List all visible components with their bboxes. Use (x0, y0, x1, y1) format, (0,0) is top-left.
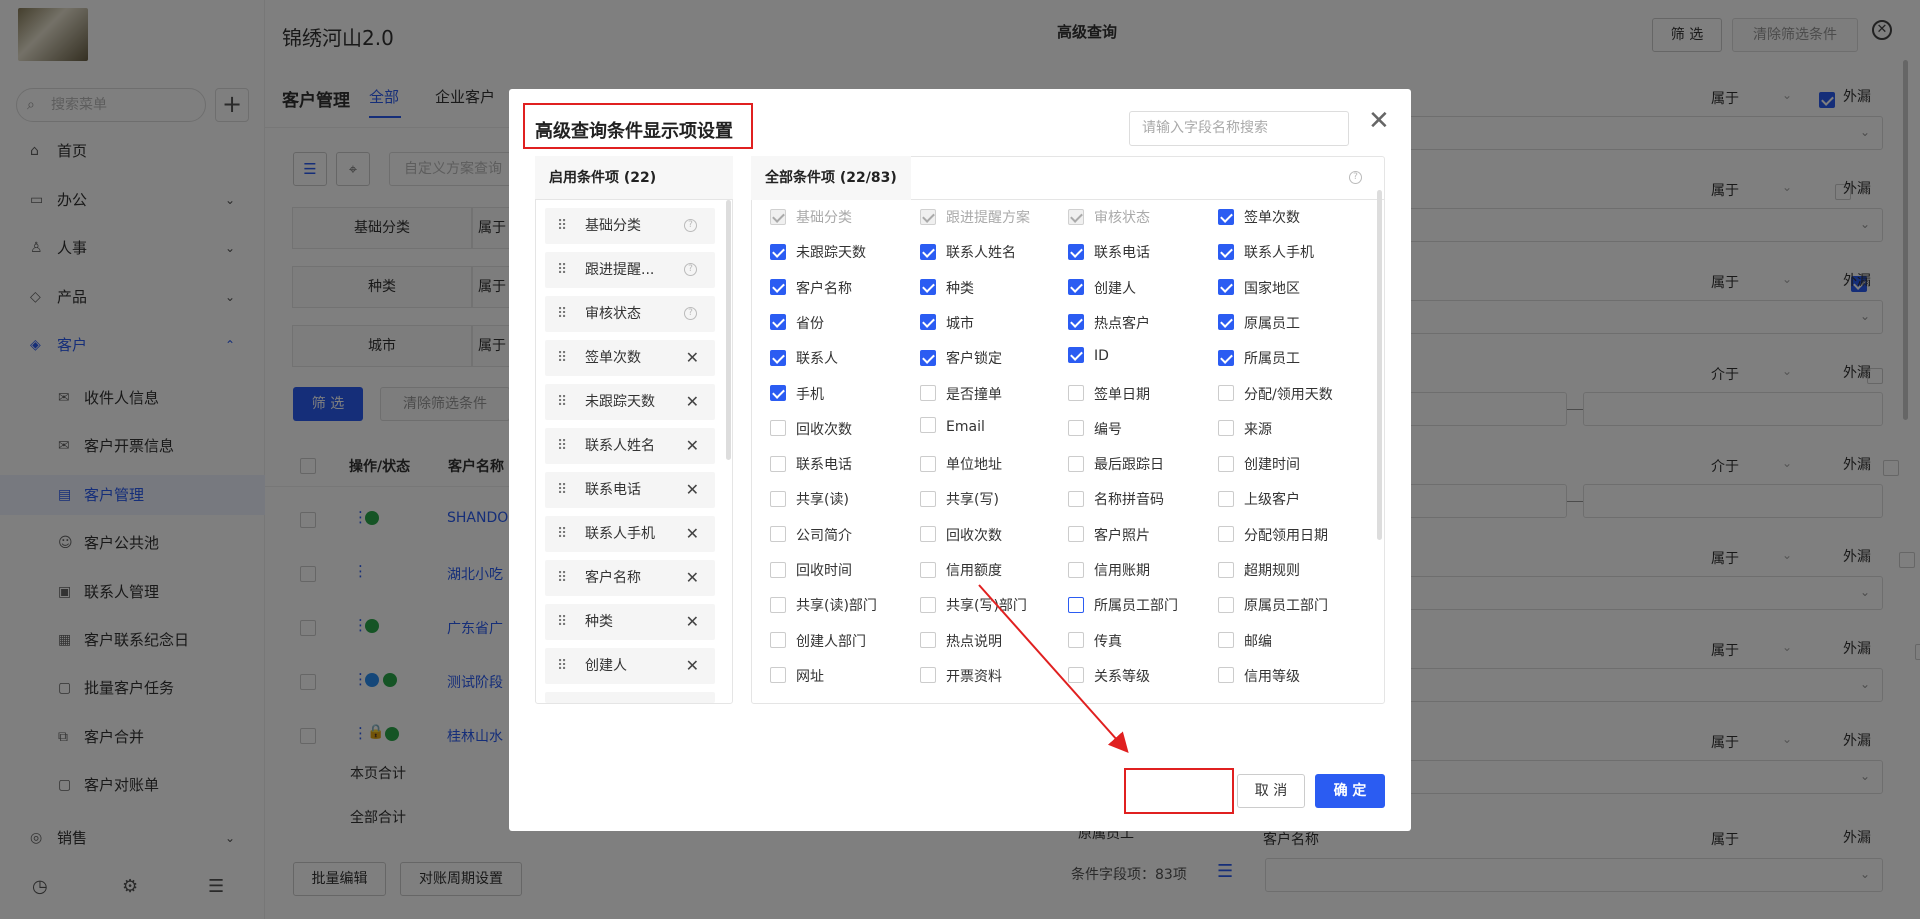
annotation-arrow (978, 584, 1129, 753)
confirm-button[interactable]: 确 定 (1315, 774, 1385, 808)
button-highlight-box (1124, 768, 1234, 814)
cancel-button[interactable]: 取 消 (1237, 774, 1305, 808)
